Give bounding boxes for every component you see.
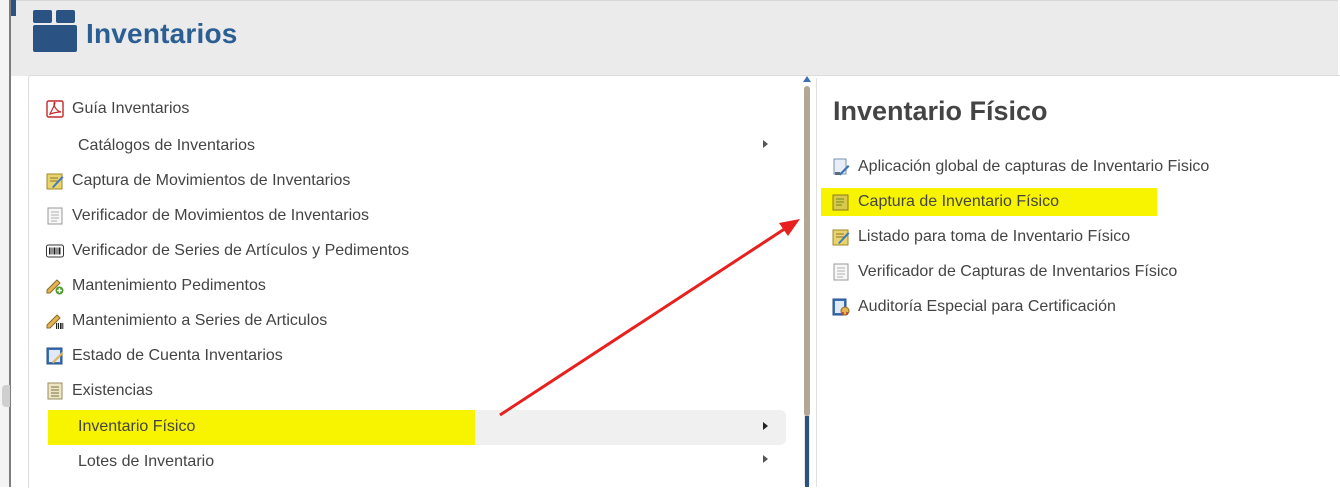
edit-form-icon xyxy=(832,193,850,211)
left-window-edge xyxy=(0,0,11,487)
document-icon xyxy=(832,263,850,281)
submenu-item-captura-inventario-fisico[interactable]: Captura de Inventario Físico xyxy=(832,187,1059,217)
menu-item-guia-inventarios[interactable]: Guía Inventarios xyxy=(46,94,189,124)
submenu-item-label: Aplicación global de capturas de Inventa… xyxy=(858,158,1210,175)
pencil-add-icon xyxy=(46,277,64,295)
menu-item-label: Guía Inventarios xyxy=(72,100,190,117)
list-icon xyxy=(46,382,64,400)
menu-item-label: Mantenimiento a Series de Articulos xyxy=(72,312,328,329)
ledger-edit-icon xyxy=(46,347,64,365)
pencil-barcode-icon xyxy=(46,312,64,330)
menu-item-existencias[interactable]: Existencias xyxy=(46,376,153,406)
submenu-item-label: Auditoría Especial para Certificación xyxy=(858,298,1116,315)
submenu-title: Inventario Físico xyxy=(833,96,1048,126)
scrollbar-lower-segment xyxy=(805,416,809,487)
app-title: Inventarios xyxy=(86,18,238,49)
submenu-item-label: Captura de Inventario Físico xyxy=(858,193,1059,210)
menu-item-mantenimiento-pedimentos[interactable]: Mantenimiento Pedimentos xyxy=(46,271,266,301)
menu-item-label: Estado de Cuenta Inventarios xyxy=(72,347,283,364)
menu-item-lotes-inventario[interactable]: Lotes de Inventario xyxy=(78,447,214,477)
submenu-item-listado-toma[interactable]: Listado para toma de Inventario Físico xyxy=(832,222,1130,252)
edit-form-icon xyxy=(46,172,64,190)
edit-form-icon xyxy=(832,228,850,246)
collapse-handle[interactable] xyxy=(2,385,10,407)
menu-item-estado-cuenta[interactable]: Estado de Cuenta Inventarios xyxy=(46,341,283,371)
menu-item-label: Catálogos de Inventarios xyxy=(78,137,255,154)
header-accent xyxy=(11,0,16,16)
menu-item-label: Captura de Movimientos de Inventarios xyxy=(72,172,351,189)
menu-item-label: Mantenimiento Pedimentos xyxy=(72,277,266,294)
menu-item-catalogos[interactable]: Catálogos de Inventarios xyxy=(78,131,255,161)
inventory-box-icon xyxy=(33,10,77,52)
menu-item-mantenimiento-series[interactable]: Mantenimiento a Series de Articulos xyxy=(46,306,327,336)
menu-item-inventario-fisico[interactable]: Inventario Físico xyxy=(78,412,195,442)
submenu-item-auditoria-especial[interactable]: Auditoría Especial para Certificación xyxy=(832,292,1116,322)
scrollbar-thumb[interactable] xyxy=(804,86,810,416)
chevron-right-icon xyxy=(763,422,768,430)
menu-item-label: Verificador de Movimientos de Inventario… xyxy=(72,207,370,224)
certificate-icon xyxy=(832,298,850,316)
submenu-item-verificador-capturas[interactable]: Verificador de Capturas de Inventarios F… xyxy=(832,257,1177,287)
menu-item-verificador-movimientos[interactable]: Verificador de Movimientos de Inventario… xyxy=(46,201,369,231)
menu-item-label: Existencias xyxy=(72,382,153,399)
barcode-icon xyxy=(46,242,64,260)
panel-divider xyxy=(816,78,817,487)
chevron-right-icon xyxy=(763,140,768,148)
submenu-item-aplicacion-global[interactable]: Aplicación global de capturas de Inventa… xyxy=(832,152,1209,182)
chevron-right-icon xyxy=(763,455,768,463)
document-icon xyxy=(46,207,64,225)
menu-item-label: Inventario Físico xyxy=(78,418,196,435)
pdf-icon xyxy=(46,100,64,118)
menu-item-label: Lotes de Inventario xyxy=(78,453,215,470)
menu-item-verificador-series[interactable]: Verificador de Series de Artículos y Ped… xyxy=(46,236,409,266)
submenu-item-label: Listado para toma de Inventario Físico xyxy=(858,228,1131,245)
submenu-item-label: Verificador de Capturas de Inventarios F… xyxy=(858,263,1178,280)
document-apply-icon xyxy=(832,158,850,176)
menu-item-captura-movimientos[interactable]: Captura de Movimientos de Inventarios xyxy=(46,166,350,196)
menu-item-label: Verificador de Series de Artículos y Ped… xyxy=(72,242,410,259)
scroll-up-arrow-icon[interactable] xyxy=(803,76,811,82)
